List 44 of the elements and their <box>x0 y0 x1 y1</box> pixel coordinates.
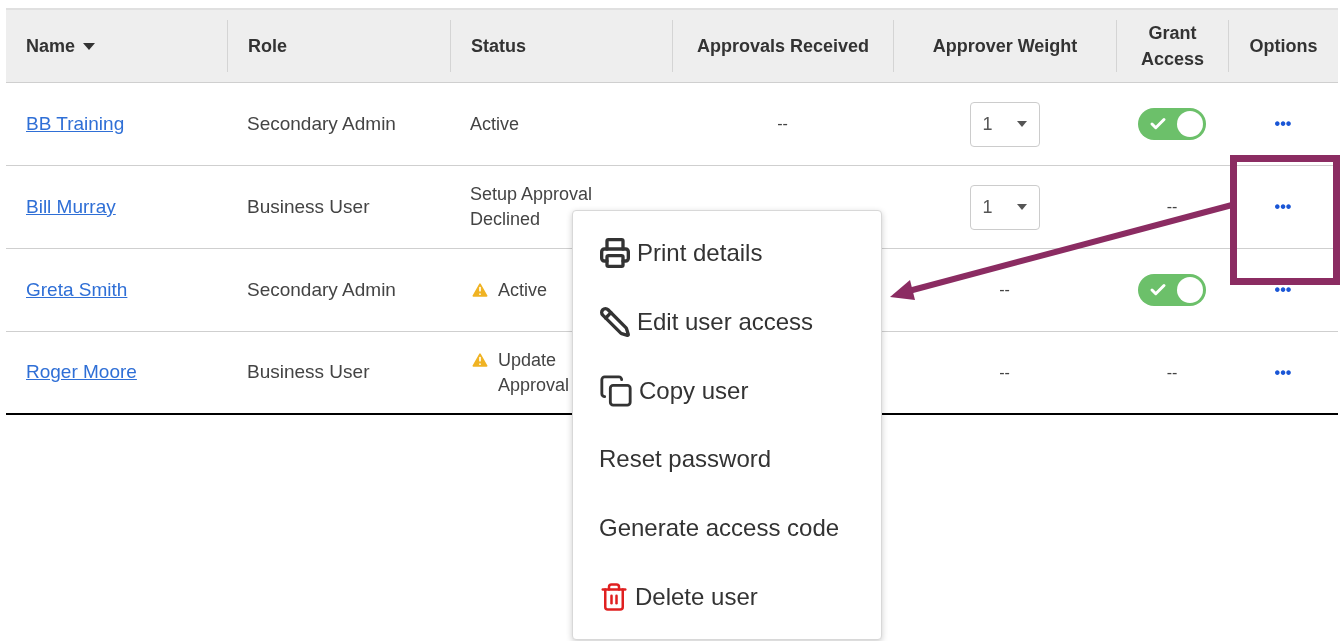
caret-icon <box>1016 204 1027 210</box>
options-button[interactable]: ••• <box>1274 360 1292 385</box>
weight-select[interactable]: 1 <box>969 184 1040 230</box>
printer-icon <box>599 237 631 270</box>
column-header: Approvals Received <box>696 35 870 58</box>
menu-item[interactable]: Delete user <box>599 571 881 622</box>
user-name-link[interactable]: Bill Murray <box>26 195 116 217</box>
column-header: Status <box>471 35 526 58</box>
options-button[interactable]: ••• <box>1274 278 1292 302</box>
user-name-link[interactable]: Roger Moore <box>26 361 137 383</box>
options-button[interactable]: ••• <box>1274 112 1292 136</box>
caret-icon <box>1016 121 1027 127</box>
options-button[interactable]: ••• <box>1274 195 1292 219</box>
trash-icon <box>599 581 629 612</box>
menu-item[interactable]: Generate access code <box>599 502 881 553</box>
weight-select[interactable]: 1 <box>969 101 1040 147</box>
column-header: Approver Weight <box>932 35 1078 58</box>
access-toggle[interactable] <box>1138 108 1206 140</box>
weight-value: -- <box>999 362 1010 383</box>
column-header: Options <box>1249 35 1318 58</box>
user-name-link[interactable]: BB Training <box>26 112 125 134</box>
column-header: Role <box>248 35 287 58</box>
status-text: Active <box>470 112 520 136</box>
grant-value: -- <box>1166 197 1178 217</box>
weight-value: -- <box>999 280 1010 300</box>
access-toggle[interactable] <box>1138 274 1206 306</box>
status-text: Update Approval <box>498 348 570 397</box>
role-text: Business User <box>247 361 370 383</box>
approvals-value: -- <box>777 114 788 134</box>
menu-item[interactable]: Copy user <box>599 365 881 416</box>
menu-item[interactable]: Reset password <box>599 434 881 485</box>
role-text: Secondary Admin <box>247 112 396 134</box>
grant-value: -- <box>1166 362 1178 383</box>
pencil-icon <box>599 306 631 338</box>
menu-item[interactable]: Edit user access <box>599 297 881 347</box>
copy-icon <box>599 373 633 408</box>
menu-item[interactable]: Print details <box>599 228 881 279</box>
status-text: Active <box>498 278 548 302</box>
user-name-link[interactable]: Greta Smith <box>26 278 128 300</box>
role-text: Business User <box>247 195 370 217</box>
status-text: Setup Approval Declined <box>470 183 594 231</box>
role-text: Secondary Admin <box>247 278 396 300</box>
column-header[interactable]: Name <box>26 33 96 59</box>
column-header: Grant Access <box>1139 22 1206 71</box>
